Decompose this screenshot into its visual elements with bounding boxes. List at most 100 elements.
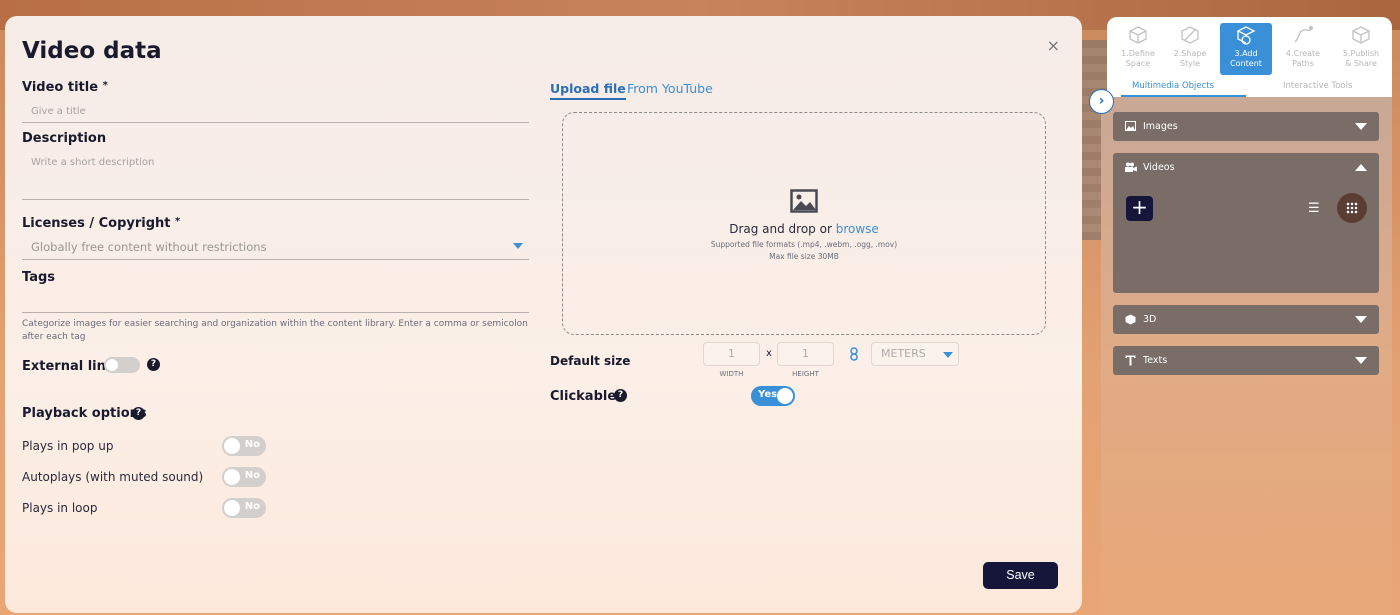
- toggle-state: No: [244, 439, 260, 450]
- playback-option-label: Plays in loop: [22, 501, 98, 515]
- toggle-state: No: [244, 501, 260, 512]
- video-title-underline: [22, 122, 529, 123]
- required-mark: *: [175, 216, 181, 227]
- step-create-paths[interactable]: 4.Create Paths: [1277, 23, 1329, 75]
- video-icon: [1125, 162, 1137, 172]
- help-icon[interactable]: ?: [614, 389, 627, 402]
- licenses-select[interactable]: Globally free content without restrictio…: [31, 240, 267, 254]
- accordion-header[interactable]: Images: [1113, 112, 1379, 141]
- step-label: & Share: [1345, 58, 1377, 68]
- autoplays-toggle[interactable]: No: [222, 467, 266, 487]
- accordion-header[interactable]: Texts: [1113, 346, 1379, 375]
- close-icon[interactable]: ×: [1047, 36, 1060, 55]
- height-input[interactable]: 1: [777, 342, 834, 366]
- description-underline: [22, 199, 529, 200]
- playback-option-label: Plays in pop up: [22, 439, 114, 453]
- chevron-down-icon: [1355, 357, 1367, 364]
- accordion-texts[interactable]: Texts: [1113, 346, 1379, 375]
- accordion-title: Texts: [1143, 355, 1168, 366]
- toggle-state: No: [244, 470, 260, 481]
- tags-label: Tags: [22, 270, 56, 285]
- help-icon[interactable]: ?: [147, 358, 160, 371]
- max-file-size: Max file size 30MB: [769, 252, 839, 261]
- chevron-down-icon[interactable]: [943, 352, 953, 358]
- file-dropzone[interactable]: Drag and drop or browse Supported file f…: [562, 112, 1046, 335]
- accordion-videos: Videos + ☰: [1113, 153, 1379, 293]
- step-label: 1.Define: [1121, 49, 1155, 58]
- tab-from-youtube[interactable]: From YouTube: [627, 81, 713, 96]
- tab-upload-file[interactable]: Upload file: [550, 81, 626, 100]
- accordion-header[interactable]: 3D: [1113, 305, 1379, 334]
- chevron-up-icon: [1355, 164, 1367, 171]
- step-navigation: 1.Define Space 2.Shape Style 3.Add Content …: [1107, 17, 1392, 97]
- accordion-title: Images: [1143, 121, 1178, 132]
- dropzone-text: Drag and drop or browse: [563, 222, 1045, 236]
- accordion-title: Videos: [1143, 162, 1175, 173]
- image-icon: [1125, 121, 1136, 131]
- add-video-button[interactable]: +: [1126, 196, 1153, 221]
- licenses-label: Licenses / Copyright *: [22, 216, 180, 231]
- clickable-toggle[interactable]: Yes: [751, 386, 795, 406]
- supported-formats: Supported file formats (.mp4, .webm, .og…: [710, 240, 898, 249]
- default-size-label: Default size: [550, 354, 631, 368]
- cube-icon: [1129, 26, 1147, 44]
- playback-options-label: Playback options: [22, 406, 147, 421]
- chevron-down-icon: [1355, 316, 1367, 323]
- units-value: METERS: [881, 347, 926, 360]
- cube-icon: [1125, 314, 1136, 325]
- save-button[interactable]: Save: [983, 562, 1058, 589]
- chevron-down-icon[interactable]: [513, 243, 523, 249]
- toggle-state: Yes: [758, 389, 778, 400]
- required-mark: *: [102, 80, 108, 91]
- tags-help-text: Categorize images for easier searching a…: [22, 319, 528, 342]
- text-icon: [1125, 355, 1136, 366]
- step-publish-share[interactable]: 5.Publish & Share: [1335, 23, 1387, 75]
- height-caption: HEIGHT: [792, 370, 819, 378]
- clickable-label: Clickable: [550, 389, 617, 404]
- step-define-space[interactable]: 1.Define Space: [1112, 23, 1164, 75]
- help-icon[interactable]: ?: [132, 407, 145, 420]
- tags-input[interactable]: [22, 312, 529, 313]
- description-label: Description: [22, 131, 107, 146]
- step-label: 4.Create: [1285, 49, 1321, 58]
- video-title-input[interactable]: Give a title: [31, 106, 86, 117]
- tab-interactive-tools[interactable]: Interactive Tools: [1283, 81, 1352, 91]
- link-aspect-icon[interactable]: [849, 347, 859, 361]
- chevron-down-icon: [1355, 123, 1367, 130]
- step-label: 2.Shape: [1173, 49, 1207, 58]
- step-add-content[interactable]: 3.Add Content: [1220, 23, 1272, 75]
- path-icon: [1294, 26, 1313, 43]
- description-input[interactable]: Write a short description: [31, 157, 154, 168]
- grid-view-button[interactable]: [1337, 193, 1367, 223]
- paint-cube-icon: [1181, 26, 1199, 44]
- step-shape-style[interactable]: 2.Shape Style: [1164, 23, 1216, 75]
- step-label: Space: [1125, 58, 1151, 68]
- plays-in-popup-toggle[interactable]: No: [222, 436, 266, 456]
- toggle-knob: [224, 438, 240, 454]
- playback-option-label: Autoplays (with muted sound): [22, 470, 204, 484]
- accordion-images[interactable]: Images: [1113, 112, 1379, 141]
- width-input[interactable]: 1: [703, 342, 760, 366]
- collapse-panel-button[interactable]: ›: [1089, 89, 1114, 114]
- toggle-knob: [224, 500, 240, 516]
- dropzone-main-text: Drag and drop or: [729, 222, 836, 236]
- grid-view-icon: [1346, 202, 1358, 214]
- licenses-underline: [22, 259, 529, 260]
- tab-multimedia-objects[interactable]: Multimedia Objects: [1121, 81, 1246, 97]
- toggle-knob: [777, 388, 793, 404]
- accordion-header[interactable]: Videos: [1113, 153, 1379, 182]
- toggle-knob: [106, 359, 118, 371]
- licenses-label-text: Licenses / Copyright: [22, 216, 171, 231]
- publish-cube-icon: [1352, 26, 1370, 44]
- step-label: Style: [1179, 58, 1201, 68]
- step-label: Content: [1230, 58, 1262, 68]
- video-title-label: Video title *: [22, 80, 108, 95]
- browse-link[interactable]: browse: [836, 222, 879, 236]
- plays-in-loop-toggle[interactable]: No: [222, 498, 266, 518]
- add-content-icon: [1236, 26, 1256, 45]
- video-title-label-text: Video title: [22, 80, 99, 95]
- list-view-icon[interactable]: ☰: [1308, 201, 1320, 216]
- external-link-toggle[interactable]: [104, 357, 140, 373]
- accordion-3d[interactable]: 3D: [1113, 305, 1379, 334]
- modal-title: Video data: [22, 38, 162, 64]
